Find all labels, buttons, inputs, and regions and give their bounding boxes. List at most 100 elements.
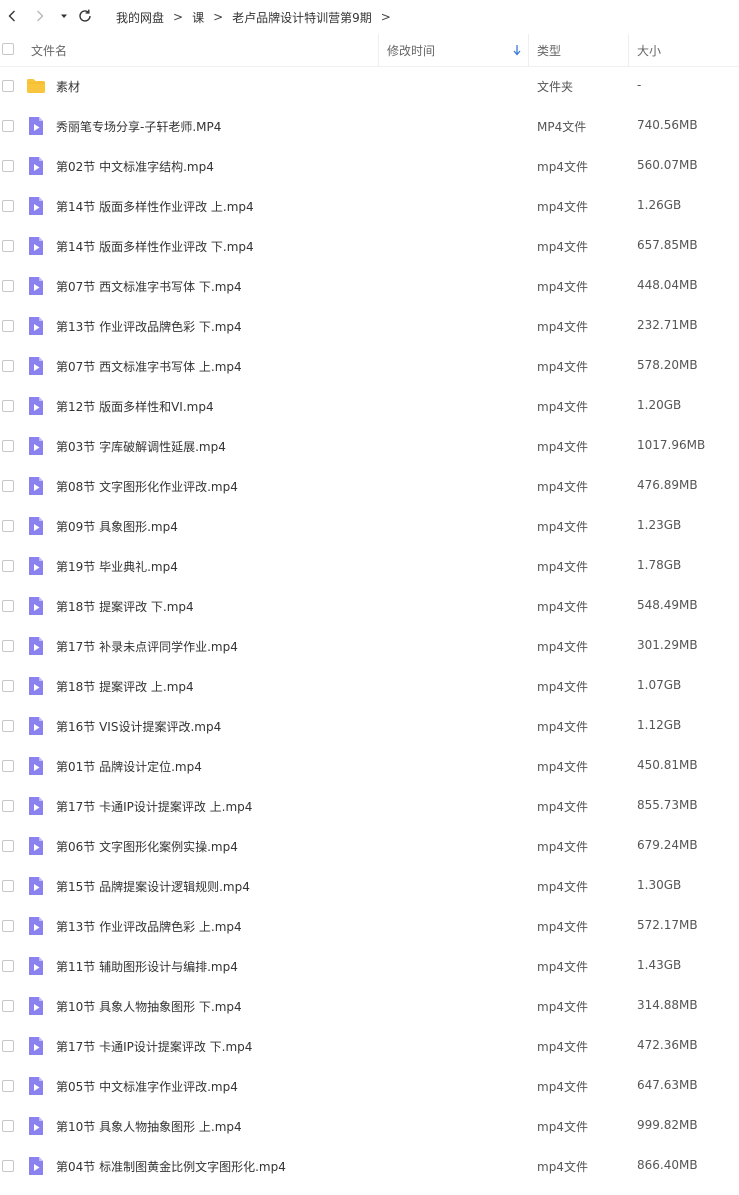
file-name[interactable]: 第02节 中文标准字结构.mp4 xyxy=(56,158,214,175)
column-size-header[interactable]: 大小 xyxy=(637,42,661,59)
file-name[interactable]: 第08节 文字图形化作业评改.mp4 xyxy=(56,478,238,495)
row-checkbox[interactable] xyxy=(2,360,14,372)
file-name[interactable]: 第13节 作业评改品牌色彩 下.mp4 xyxy=(56,318,242,335)
file-name[interactable]: 第06节 文字图形化案例实操.mp4 xyxy=(56,838,238,855)
row-checkbox[interactable] xyxy=(2,960,14,972)
row-checkbox[interactable] xyxy=(2,760,14,772)
file-name[interactable]: 第14节 版面多样性作业评改 下.mp4 xyxy=(56,238,254,255)
file-name[interactable]: 第15节 品牌提案设计逻辑规则.mp4 xyxy=(56,878,250,895)
caret-down-icon[interactable] xyxy=(58,8,70,24)
breadcrumb-item-course[interactable]: 课 xyxy=(192,9,204,26)
file-name[interactable]: 第10节 具象人物抽象图形 下.mp4 xyxy=(56,998,242,1015)
file-row[interactable]: 第15节 品牌提案设计逻辑规则.mp4 mp4文件 1.30GB xyxy=(0,866,739,906)
chevron-left-icon[interactable] xyxy=(4,8,20,24)
file-name[interactable]: 第07节 西文标准字书写体 上.mp4 xyxy=(56,358,242,375)
sort-down-icon[interactable] xyxy=(512,44,522,56)
row-checkbox[interactable] xyxy=(2,560,14,572)
file-row[interactable]: 第13节 作业评改品牌色彩 上.mp4 mp4文件 572.17MB xyxy=(0,906,739,946)
breadcrumb-item-root[interactable]: 我的网盘 xyxy=(116,9,164,26)
file-row[interactable]: 第18节 提案评改 上.mp4 mp4文件 1.07GB xyxy=(0,666,739,706)
file-row[interactable]: 第06节 文字图形化案例实操.mp4 mp4文件 679.24MB xyxy=(0,826,739,866)
row-checkbox[interactable] xyxy=(2,1160,14,1172)
row-checkbox[interactable] xyxy=(2,320,14,332)
file-row[interactable]: 第07节 西文标准字书写体 下.mp4 mp4文件 448.04MB xyxy=(0,266,739,306)
select-all-checkbox[interactable] xyxy=(2,43,14,55)
row-checkbox[interactable] xyxy=(2,840,14,852)
file-name[interactable]: 第17节 补录未点评同学作业.mp4 xyxy=(56,638,238,655)
file-row[interactable]: 第14节 版面多样性作业评改 下.mp4 mp4文件 657.85MB xyxy=(0,226,739,266)
row-checkbox[interactable] xyxy=(2,800,14,812)
file-row[interactable]: 第18节 提案评改 下.mp4 mp4文件 548.49MB xyxy=(0,586,739,626)
row-checkbox[interactable] xyxy=(2,1080,14,1092)
file-row[interactable]: 第09节 具象图形.mp4 mp4文件 1.23GB xyxy=(0,506,739,546)
row-checkbox[interactable] xyxy=(2,600,14,612)
refresh-icon[interactable] xyxy=(76,7,94,25)
file-name[interactable]: 第14节 版面多样性作业评改 上.mp4 xyxy=(56,198,254,215)
file-row[interactable]: 第17节 补录未点评同学作业.mp4 mp4文件 301.29MB xyxy=(0,626,739,666)
row-checkbox[interactable] xyxy=(2,920,14,932)
file-name[interactable]: 第03节 字库破解调性延展.mp4 xyxy=(56,438,226,455)
row-checkbox[interactable] xyxy=(2,1040,14,1052)
file-row[interactable]: 第03节 字库破解调性延展.mp4 mp4文件 1017.96MB xyxy=(0,426,739,466)
row-checkbox[interactable] xyxy=(2,160,14,172)
file-name[interactable]: 第17节 卡通IP设计提案评改 上.mp4 xyxy=(56,798,252,815)
file-name[interactable]: 第11节 辅助图形设计与编排.mp4 xyxy=(56,958,238,975)
file-row[interactable]: 第11节 辅助图形设计与编排.mp4 mp4文件 1.43GB xyxy=(0,946,739,986)
row-checkbox[interactable] xyxy=(2,680,14,692)
file-name[interactable]: 第04节 标准制图黄金比例文字图形化.mp4 xyxy=(56,1158,286,1175)
row-checkbox[interactable] xyxy=(2,1000,14,1012)
file-name[interactable]: 第12节 版面多样性和VI.mp4 xyxy=(56,398,214,415)
row-checkbox[interactable] xyxy=(2,440,14,452)
row-checkbox[interactable] xyxy=(2,280,14,292)
row-checkbox[interactable] xyxy=(2,120,14,132)
file-name[interactable]: 第19节 毕业典礼.mp4 xyxy=(56,558,178,575)
file-row[interactable]: 第05节 中文标准字作业评改.mp4 mp4文件 647.63MB xyxy=(0,1066,739,1106)
file-row[interactable]: 第17节 卡通IP设计提案评改 上.mp4 mp4文件 855.73MB xyxy=(0,786,739,826)
column-divider[interactable] xyxy=(528,34,529,66)
file-row[interactable]: 第12节 版面多样性和VI.mp4 mp4文件 1.20GB xyxy=(0,386,739,426)
file-row[interactable]: 第01节 品牌设计定位.mp4 mp4文件 450.81MB xyxy=(0,746,739,786)
column-divider[interactable] xyxy=(628,34,629,66)
file-row[interactable]: 第19节 毕业典礼.mp4 mp4文件 1.78GB xyxy=(0,546,739,586)
file-name[interactable]: 第16节 VIS设计提案评改.mp4 xyxy=(56,718,221,735)
row-checkbox[interactable] xyxy=(2,80,14,92)
file-row[interactable]: 第08节 文字图形化作业评改.mp4 mp4文件 476.89MB xyxy=(0,466,739,506)
row-checkbox[interactable] xyxy=(2,520,14,532)
file-row[interactable]: 第10节 具象人物抽象图形 上.mp4 mp4文件 999.82MB xyxy=(0,1106,739,1146)
column-name-header[interactable]: 文件名 xyxy=(31,42,67,59)
file-name[interactable]: 第17节 卡通IP设计提案评改 下.mp4 xyxy=(56,1038,252,1055)
file-row[interactable]: 第17节 卡通IP设计提案评改 下.mp4 mp4文件 472.36MB xyxy=(0,1026,739,1066)
file-row[interactable]: 第02节 中文标准字结构.mp4 mp4文件 560.07MB xyxy=(0,146,739,186)
file-name[interactable]: 第18节 提案评改 下.mp4 xyxy=(56,598,194,615)
file-name[interactable]: 秀丽笔专场分享-子轩老师.MP4 xyxy=(56,118,221,135)
row-checkbox[interactable] xyxy=(2,880,14,892)
row-checkbox[interactable] xyxy=(2,480,14,492)
row-checkbox[interactable] xyxy=(2,240,14,252)
file-row[interactable]: 第16节 VIS设计提案评改.mp4 mp4文件 1.12GB xyxy=(0,706,739,746)
row-checkbox[interactable] xyxy=(2,400,14,412)
file-name[interactable]: 第05节 中文标准字作业评改.mp4 xyxy=(56,1078,238,1095)
row-checkbox[interactable] xyxy=(2,640,14,652)
file-row[interactable]: 素材 文件夹 - xyxy=(0,66,739,106)
file-name[interactable]: 第07节 西文标准字书写体 下.mp4 xyxy=(56,278,242,295)
file-name[interactable]: 第18节 提案评改 上.mp4 xyxy=(56,678,194,695)
file-row[interactable]: 第10节 具象人物抽象图形 下.mp4 mp4文件 314.88MB xyxy=(0,986,739,1026)
row-checkbox[interactable] xyxy=(2,200,14,212)
row-checkbox[interactable] xyxy=(2,1120,14,1132)
file-row[interactable]: 第14节 版面多样性作业评改 上.mp4 mp4文件 1.26GB xyxy=(0,186,739,226)
row-checkbox[interactable] xyxy=(2,720,14,732)
file-row[interactable]: 秀丽笔专场分享-子轩老师.MP4 MP4文件 740.56MB xyxy=(0,106,739,146)
column-type-header[interactable]: 类型 xyxy=(537,42,561,59)
file-name[interactable]: 素材 xyxy=(56,78,80,95)
file-row[interactable]: 第07节 西文标准字书写体 上.mp4 mp4文件 578.20MB xyxy=(0,346,739,386)
file-row[interactable]: 第04节 标准制图黄金比例文字图形化.mp4 mp4文件 866.40MB xyxy=(0,1146,739,1186)
file-name[interactable]: 第09节 具象图形.mp4 xyxy=(56,518,178,535)
file-name[interactable]: 第10节 具象人物抽象图形 上.mp4 xyxy=(56,1118,242,1135)
breadcrumb-item-current[interactable]: 老卢品牌设计特训营第9期 xyxy=(232,9,372,26)
file-row[interactable]: 第13节 作业评改品牌色彩 下.mp4 mp4文件 232.71MB xyxy=(0,306,739,346)
file-name[interactable]: 第13节 作业评改品牌色彩 上.mp4 xyxy=(56,918,242,935)
file-name[interactable]: 第01节 品牌设计定位.mp4 xyxy=(56,758,202,775)
column-modified-header[interactable]: 修改时间 xyxy=(387,42,435,59)
chevron-right-icon[interactable] xyxy=(32,8,48,24)
column-divider[interactable] xyxy=(378,34,379,66)
